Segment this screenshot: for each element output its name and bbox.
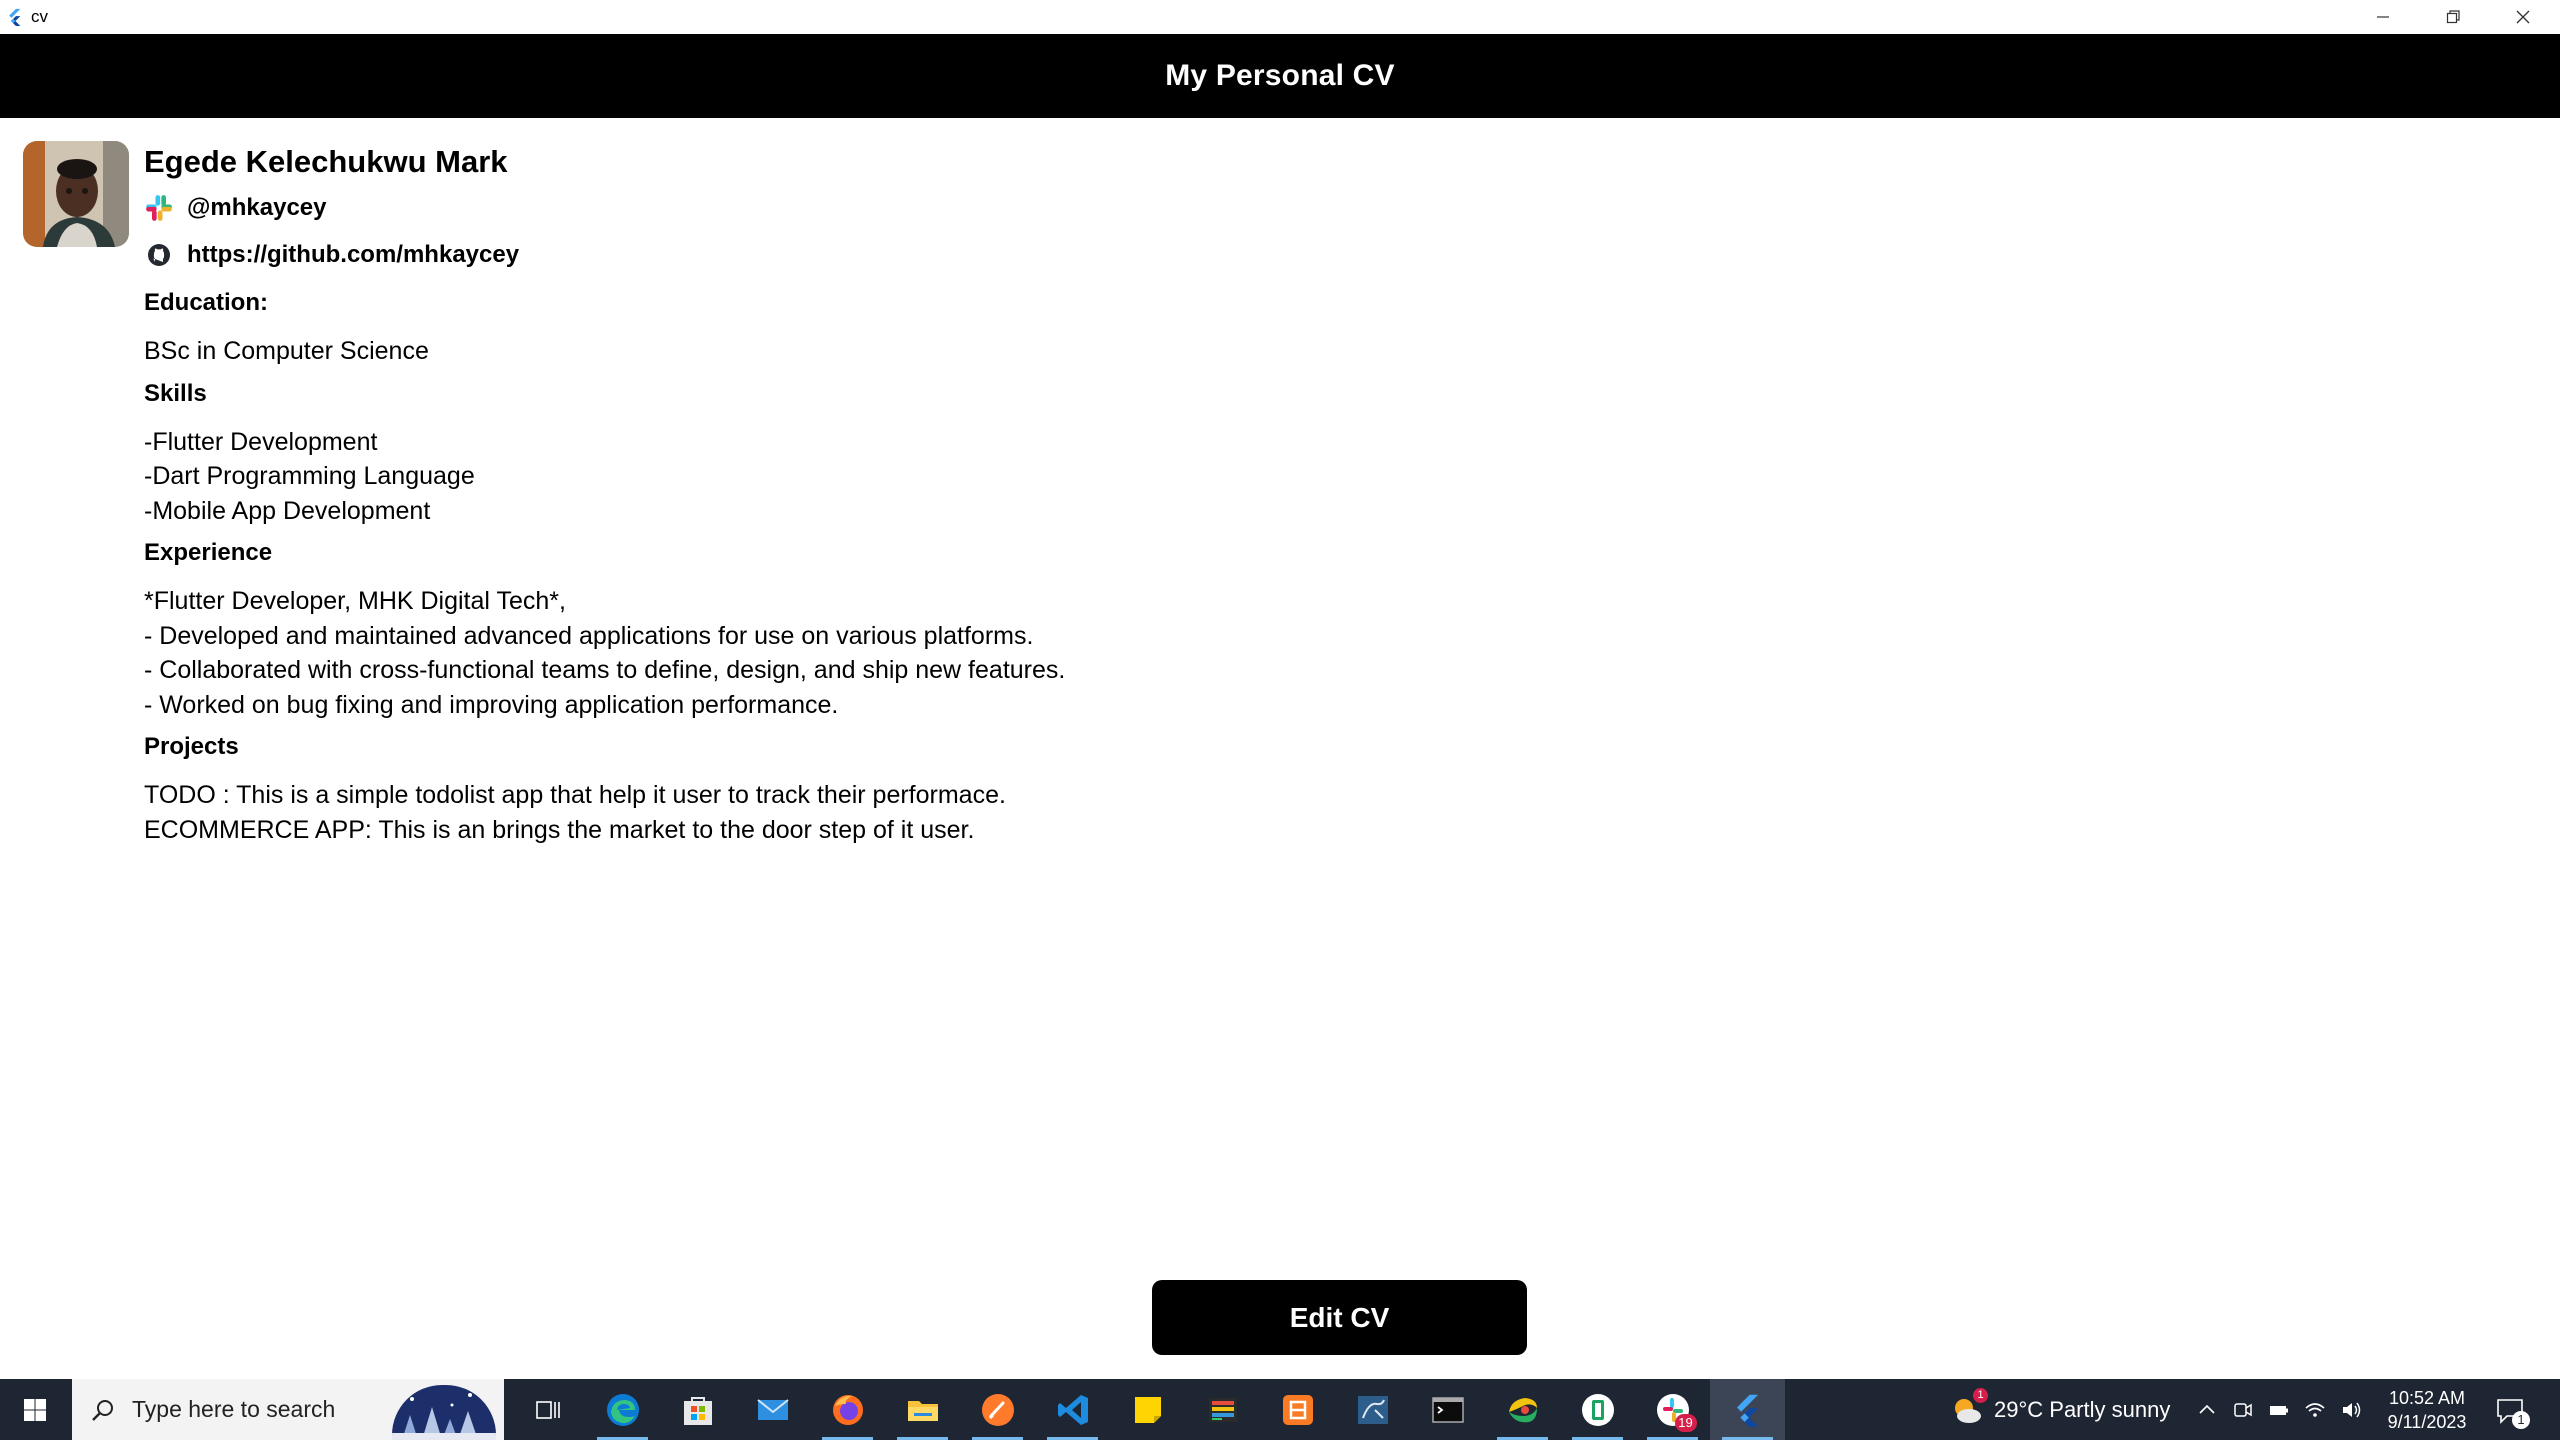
mail-icon bbox=[755, 1392, 791, 1428]
education-heading: Education: bbox=[144, 289, 268, 316]
taskbar-app-edge[interactable] bbox=[585, 1379, 660, 1440]
taskbar: Type here to search 19 1 29°C Partly sun… bbox=[0, 1379, 2560, 1440]
experience-body: *Flutter Developer, MHK Digital Tech*, -… bbox=[144, 584, 1744, 722]
window-title-bar: cv bbox=[0, 0, 2560, 34]
profile-name: Egede Kelechukwu Mark bbox=[144, 144, 508, 179]
skill-line: -Mobile App Development bbox=[144, 496, 431, 525]
restore-button[interactable] bbox=[2418, 0, 2488, 34]
windows-logo-icon bbox=[24, 1398, 46, 1421]
projects-heading: Projects bbox=[144, 733, 239, 760]
file-explorer-icon bbox=[905, 1392, 941, 1428]
project-line: TODO : This is a simple todolist app tha… bbox=[144, 781, 1006, 809]
mysql-workbench-icon bbox=[1355, 1392, 1391, 1428]
terminal-icon bbox=[1430, 1392, 1466, 1428]
taskbar-app-firefox[interactable] bbox=[810, 1379, 885, 1440]
slack-icon bbox=[144, 193, 174, 223]
flutter-icon bbox=[1730, 1392, 1766, 1428]
task-view-icon bbox=[530, 1392, 566, 1428]
experience-heading: Experience bbox=[144, 539, 273, 566]
close-icon bbox=[2516, 10, 2530, 24]
education-body: BSc in Computer Science bbox=[144, 334, 1744, 369]
start-button[interactable] bbox=[0, 1379, 70, 1440]
taskbar-apps: 19 bbox=[510, 1379, 1785, 1440]
microsoft-store-icon bbox=[680, 1392, 716, 1428]
taskbar-app-vscode[interactable] bbox=[1035, 1379, 1110, 1440]
experience-line: - Worked on bug fixing and improving app… bbox=[144, 690, 839, 719]
sticky-notes-icon bbox=[1130, 1392, 1166, 1428]
taskbar-app-task-view[interactable] bbox=[510, 1379, 585, 1440]
taskbar-app-xampp[interactable] bbox=[1260, 1379, 1335, 1440]
taskbar-clock[interactable]: 10:52 AM 9/11/2023 bbox=[2372, 1386, 2482, 1434]
slack-taskbar-icon: 19 bbox=[1655, 1392, 1697, 1432]
taskbar-app-gallery[interactable] bbox=[1185, 1379, 1260, 1440]
search-icon bbox=[88, 1395, 118, 1425]
xampp-icon bbox=[1280, 1392, 1316, 1428]
education-line: BSc in Computer Science bbox=[144, 337, 429, 365]
taskbar-app-mysql-workbench[interactable] bbox=[1335, 1379, 1410, 1440]
battery-icon[interactable] bbox=[2268, 1399, 2290, 1421]
github-link[interactable]: https://github.com/mhkaycey bbox=[187, 241, 519, 269]
gallery-app-icon bbox=[1205, 1392, 1241, 1428]
edge-icon bbox=[605, 1392, 641, 1428]
notification-count: 1 bbox=[2512, 1411, 2530, 1429]
taskbar-app-store[interactable] bbox=[660, 1379, 735, 1440]
clock-date: 9/11/2023 bbox=[2387, 1412, 2467, 1432]
search-placeholder: Type here to search bbox=[132, 1396, 336, 1422]
green-app-icon bbox=[1580, 1392, 1616, 1428]
search-highlight-image bbox=[392, 1385, 496, 1440]
taskbar-search-box[interactable]: Type here to search bbox=[72, 1379, 504, 1440]
skills-body: -Flutter Development -Dart Programming L… bbox=[144, 425, 1744, 529]
slack-row: @mhkaycey bbox=[144, 184, 1744, 231]
slack-badge: 19 bbox=[1674, 1413, 1697, 1432]
skill-line: -Dart Programming Language bbox=[144, 462, 475, 490]
window-title: cv bbox=[31, 7, 48, 26]
avatar bbox=[23, 141, 129, 247]
restore-icon bbox=[2446, 10, 2460, 24]
weather-badge: 1 bbox=[1973, 1387, 1988, 1403]
projects-body: TODO : This is a simple todolist app tha… bbox=[144, 778, 1744, 847]
chrome-canary-icon bbox=[1505, 1392, 1541, 1428]
github-row: https://github.com/mhkaycey bbox=[144, 231, 1744, 278]
cv-content: Egede Kelechukwu Mark @mhkaycey https://… bbox=[144, 140, 1744, 855]
system-tray bbox=[2196, 1379, 2362, 1440]
app-bar: My Personal CV bbox=[0, 34, 2560, 118]
taskbar-app-flutter[interactable] bbox=[1710, 1379, 1785, 1440]
taskbar-app-mail[interactable] bbox=[735, 1379, 810, 1440]
volume-icon[interactable] bbox=[2340, 1399, 2362, 1421]
minimize-button[interactable] bbox=[2348, 0, 2418, 34]
taskbar-app-chrome-canary[interactable] bbox=[1485, 1379, 1560, 1440]
firefox-icon bbox=[830, 1392, 866, 1428]
taskbar-app-sublime[interactable] bbox=[960, 1379, 1035, 1440]
flutter-app-icon bbox=[6, 8, 24, 26]
taskbar-app-slack[interactable]: 19 bbox=[1635, 1379, 1710, 1440]
slack-handle: @mhkaycey bbox=[187, 193, 327, 221]
minimize-icon bbox=[2377, 16, 2389, 18]
close-button[interactable] bbox=[2488, 0, 2558, 34]
edit-cv-button[interactable]: Edit CV bbox=[1152, 1280, 1527, 1355]
page-title: My Personal CV bbox=[1165, 59, 1395, 92]
project-line: ECOMMERCE APP: This is an brings the mar… bbox=[144, 815, 975, 844]
experience-line: *Flutter Developer, MHK Digital Tech*, bbox=[144, 587, 566, 615]
vscode-icon bbox=[1055, 1392, 1091, 1428]
taskbar-app-terminal[interactable] bbox=[1410, 1379, 1485, 1440]
github-icon bbox=[144, 240, 174, 270]
skills-heading: Skills bbox=[144, 379, 207, 407]
chevron-up-icon[interactable] bbox=[2196, 1399, 2218, 1421]
clock-time: 10:52 AM bbox=[2388, 1388, 2466, 1408]
skill-line: -Flutter Development bbox=[144, 427, 378, 456]
wifi-icon[interactable] bbox=[2304, 1399, 2326, 1421]
notification-center-button[interactable]: 1 bbox=[2490, 1391, 2530, 1431]
sublime-text-icon bbox=[980, 1392, 1016, 1428]
meet-now-icon[interactable] bbox=[2232, 1399, 2254, 1421]
experience-line: - Developed and maintained advanced appl… bbox=[144, 621, 1034, 650]
experience-line: - Collaborated with cross-functional tea… bbox=[144, 656, 1066, 684]
taskbar-app-green[interactable] bbox=[1560, 1379, 1635, 1440]
weather-text: 29°C Partly sunny bbox=[1994, 1396, 2171, 1422]
taskbar-app-file-explorer[interactable] bbox=[885, 1379, 960, 1440]
partly-sunny-icon: 1 bbox=[1948, 1387, 1988, 1428]
taskbar-app-sticky-notes[interactable] bbox=[1110, 1379, 1185, 1440]
weather-widget[interactable]: 1 29°C Partly sunny bbox=[1948, 1379, 2170, 1440]
